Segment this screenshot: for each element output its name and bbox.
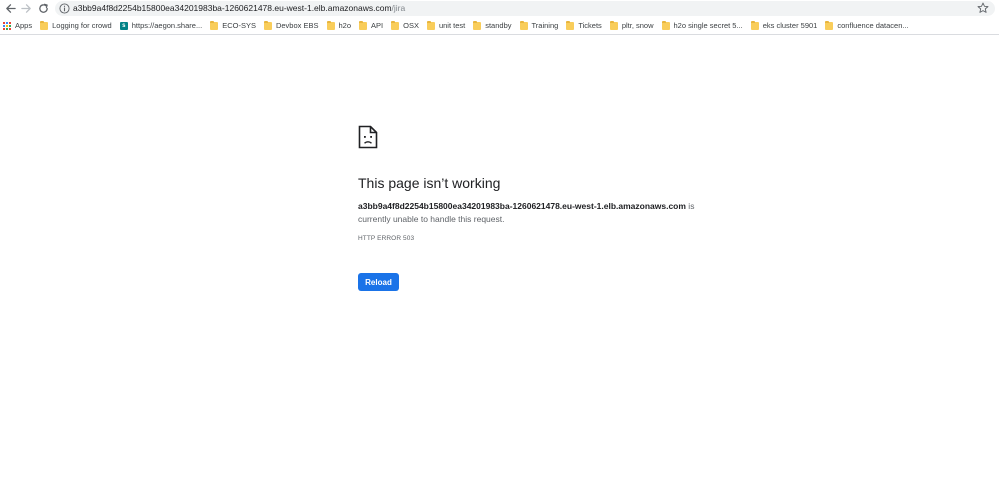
error-title: This page isn’t working — [358, 175, 501, 191]
forward-button[interactable] — [19, 1, 33, 15]
bookmark-item[interactable]: s https://aegon.share... — [116, 17, 206, 34]
folder-icon — [473, 20, 482, 30]
folder-icon — [210, 20, 219, 30]
bookmark-label: Tickets — [578, 21, 602, 30]
reload-button[interactable]: Reload — [358, 273, 399, 291]
folder-icon — [750, 20, 759, 30]
folder-icon — [391, 20, 400, 30]
folder-icon — [825, 20, 834, 30]
sad-page-icon — [358, 125, 378, 149]
info-icon[interactable] — [59, 3, 70, 14]
bookmark-label: API — [371, 21, 384, 30]
folder-icon — [609, 20, 618, 30]
bookmark-item[interactable]: Devbox EBS — [260, 17, 323, 34]
apps-grid-icon — [3, 21, 11, 30]
bookmark-label: Logging for crowd — [52, 21, 112, 30]
sharepoint-icon: s — [119, 21, 128, 30]
bookmark-label: confluence datacen... — [837, 21, 909, 30]
bookmark-item[interactable]: standby — [469, 17, 515, 34]
error-host: a3bb9a4f8d2254b15800ea34201983ba-1260621… — [358, 201, 686, 211]
bookmark-item[interactable]: Training — [516, 17, 563, 34]
bookmark-item[interactable]: API — [355, 17, 387, 34]
folder-icon — [359, 20, 368, 30]
error-code: HTTP ERROR 503 — [358, 235, 415, 242]
address-bar[interactable]: a3bb9a4f8d2254b15800ea34201983ba-1260621… — [55, 1, 995, 16]
arrow-right-icon — [20, 3, 31, 13]
bookmark-label: https://aegon.share... — [131, 21, 203, 30]
bookmark-item[interactable]: Logging for crowd — [36, 17, 116, 34]
bookmark-label: Devbox EBS — [275, 21, 319, 30]
folder-icon — [326, 20, 335, 30]
bookmark-apps[interactable]: Apps — [0, 17, 36, 34]
url-text[interactable]: a3bb9a4f8d2254b15800ea34201983ba-1260621… — [73, 2, 405, 15]
bookmark-label: Training — [531, 21, 559, 30]
bookmark-item[interactable]: unit test — [423, 17, 469, 34]
folder-icon — [263, 20, 272, 30]
bookmark-item[interactable]: h2o — [323, 17, 356, 34]
bookmark-item[interactable]: eks cluster 5901 — [747, 17, 822, 34]
bookmark-item[interactable]: OSX — [387, 17, 423, 34]
bookmark-label: pltr, snow — [621, 21, 654, 30]
bookmark-item[interactable]: h2o single secret 5... — [658, 17, 747, 34]
bookmark-item[interactable]: Tickets — [562, 17, 605, 34]
bookmark-label: eks cluster 5901 — [762, 21, 818, 30]
bookmark-item[interactable]: ECO-SYS — [206, 17, 260, 34]
error-message: a3bb9a4f8d2254b15800ea34201983ba-1260621… — [358, 200, 698, 226]
bookmark-label: unit test — [438, 21, 466, 30]
reload-icon — [38, 3, 48, 13]
bookmarks-bar: Apps Logging for crowd s https://aegon.s… — [0, 17, 999, 35]
reload-page-button[interactable] — [36, 1, 50, 15]
bookmark-label: h2o single secret 5... — [673, 21, 743, 30]
bookmark-label: standby — [485, 21, 512, 30]
url-path: /jira — [391, 3, 406, 13]
toolbar: a3bb9a4f8d2254b15800ea34201983ba-1260621… — [0, 0, 999, 17]
bookmark-label: h2o — [338, 21, 352, 30]
folder-icon — [40, 20, 49, 30]
arrow-left-icon — [5, 3, 16, 13]
folder-icon — [519, 20, 528, 30]
folder-icon — [426, 20, 435, 30]
url-host: a3bb9a4f8d2254b15800ea34201983ba-1260621… — [73, 3, 392, 13]
bookmark-label: OSX — [403, 21, 419, 30]
bookmark-item[interactable]: pltr, snow — [606, 17, 658, 34]
bookmark-item[interactable]: confluence datacen... — [821, 17, 912, 34]
folder-icon — [661, 20, 670, 30]
star-icon[interactable] — [977, 2, 989, 14]
bookmark-label: Apps — [15, 21, 33, 30]
browser-window: a3bb9a4f8d2254b15800ea34201983ba-1260621… — [0, 0, 999, 494]
bookmark-label: ECO-SYS — [222, 21, 256, 30]
folder-icon — [566, 20, 575, 30]
back-button[interactable] — [3, 1, 17, 15]
